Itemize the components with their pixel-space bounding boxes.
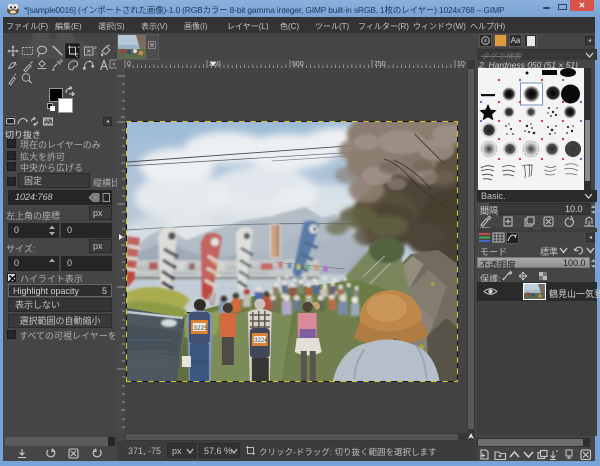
svg-text:750: 750	[374, 61, 386, 68]
svg-text:0: 0	[127, 61, 131, 68]
svg-text:10: 10	[457, 61, 465, 68]
svg-text:500: 500	[292, 61, 304, 68]
